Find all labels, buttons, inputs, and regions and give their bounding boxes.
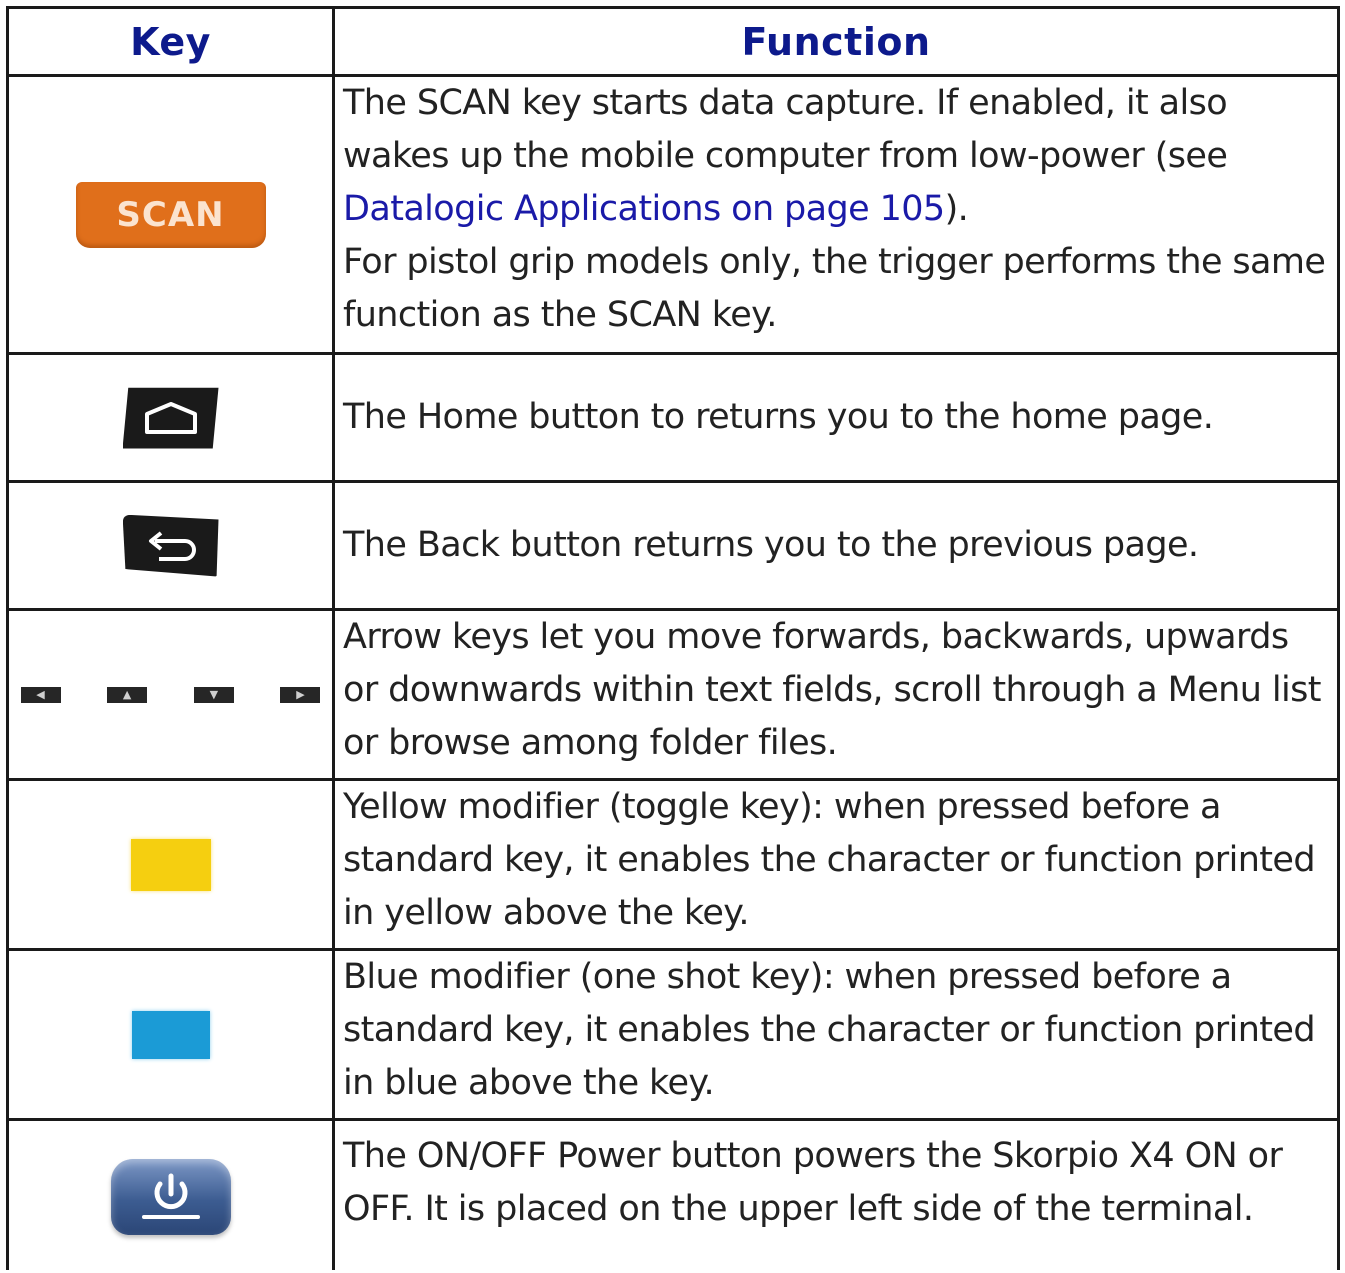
key-cell-scan: SCAN <box>9 77 332 352</box>
back-key-icon <box>122 514 219 577</box>
home-icon <box>144 401 197 434</box>
key-function-table: Key Function SCAN The SCAN key starts da… <box>6 6 1340 1270</box>
down-arrow-key-icon: ▼ <box>193 686 234 703</box>
function-cell-blue: Blue modifier (one shot key): when press… <box>343 951 1333 1110</box>
scan-key-icon: SCAN <box>75 181 266 248</box>
home-description: The Home button to returns you to the ho… <box>343 397 1214 437</box>
power-description: The ON/OFF Power button powers the Skorp… <box>343 1136 1283 1229</box>
yellow-description: Yellow modifier (toggle key): when press… <box>343 787 1316 933</box>
left-arrow-key-icon: ◀ <box>20 686 61 703</box>
key-cell-home <box>9 355 332 480</box>
function-cell-scan: The SCAN key starts data capture. If ena… <box>343 77 1333 342</box>
up-arrow-key-icon: ▲ <box>107 686 148 703</box>
header-function: Function <box>741 19 931 64</box>
power-key-icon <box>110 1159 231 1235</box>
back-arrow-icon <box>148 530 196 561</box>
key-cell-power <box>9 1121 332 1273</box>
function-cell-arrows: Arrow keys let you move forwards, backwa… <box>343 611 1333 770</box>
blue-description: Blue modifier (one shot key): when press… <box>343 957 1316 1103</box>
function-cell-yellow: Yellow modifier (toggle key): when press… <box>343 781 1333 940</box>
back-description: The Back button returns you to the previ… <box>343 525 1199 565</box>
arrows-description: Arrow keys let you move forwards, backwa… <box>343 617 1321 763</box>
datalogic-applications-link[interactable]: Datalogic Applications on page 105 <box>343 189 945 229</box>
arrow-keys: ◀ ▲ ▼ ▶ <box>20 686 321 703</box>
scan-description-end: ). <box>944 189 969 229</box>
right-arrow-key-icon: ▶ <box>280 686 321 703</box>
key-cell-back <box>9 483 332 608</box>
key-cell-blue <box>9 951 332 1118</box>
scan-key-label: SCAN <box>116 194 225 235</box>
blue-modifier-key-icon <box>131 1010 210 1059</box>
scan-description: The SCAN key starts data capture. If ena… <box>343 83 1228 176</box>
function-cell-back: The Back button returns you to the previ… <box>343 483 1333 608</box>
header-key: Key <box>130 19 211 64</box>
column-divider <box>332 9 335 1270</box>
home-key-icon <box>122 387 219 449</box>
power-icon <box>141 1173 200 1219</box>
function-cell-home: The Home button to returns you to the ho… <box>343 355 1333 480</box>
key-cell-yellow <box>9 781 332 948</box>
key-cell-arrows: ◀ ▲ ▼ ▶ <box>9 611 332 778</box>
scan-pistol-grip-note: For pistol grip models only, the trigger… <box>343 242 1326 335</box>
yellow-modifier-key-icon <box>130 838 211 891</box>
function-cell-power: The ON/OFF Power button powers the Skorp… <box>343 1121 1333 1245</box>
